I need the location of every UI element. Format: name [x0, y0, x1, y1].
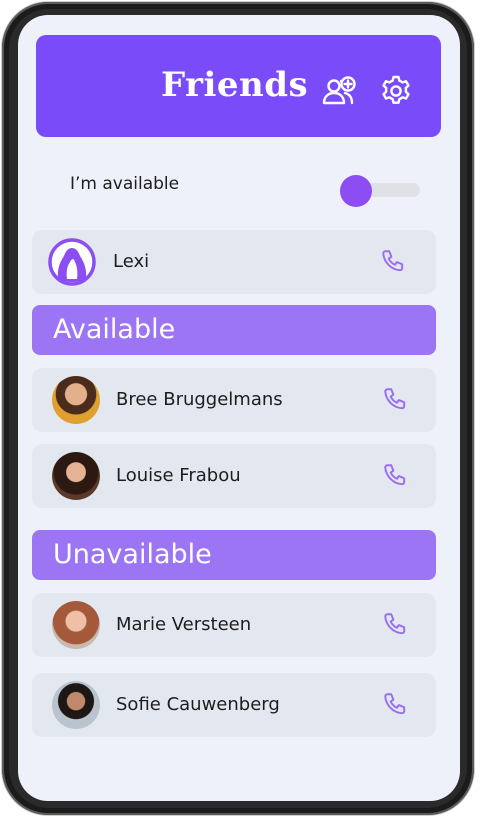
phone-icon[interactable] [382, 611, 408, 637]
friend-name: Sofie Cauwenberg [116, 694, 280, 715]
availability-toggle[interactable] [340, 175, 420, 207]
my-profile-card[interactable]: Lexi [32, 230, 436, 294]
page-title: Friends [161, 65, 309, 105]
settings-icon[interactable] [378, 73, 414, 109]
friend-avatar [52, 681, 100, 729]
add-friend-icon[interactable] [321, 73, 357, 109]
section-header-unavailable: Unavailable [32, 530, 436, 580]
friend-avatar [52, 452, 100, 500]
friend-name: Louise Frabou [116, 465, 241, 486]
friend-row[interactable]: Sofie Cauwenberg [32, 673, 436, 737]
phone-icon[interactable] [382, 462, 408, 488]
friend-avatar [52, 376, 100, 424]
user-avatar-icon [48, 238, 96, 286]
availability-label: I’m available [70, 174, 180, 194]
friend-name: Marie Versteen [116, 614, 252, 635]
app-screen: Friends I’m available Lexi Available Bre… [18, 15, 460, 801]
app-header: Friends [36, 35, 441, 137]
friend-row[interactable]: Marie Versteen [32, 593, 436, 657]
friend-row[interactable]: Bree Bruggelmans [32, 368, 436, 432]
section-title: Unavailable [53, 539, 212, 570]
friend-row[interactable]: Louise Frabou [32, 444, 436, 508]
my-name: Lexi [113, 251, 150, 272]
friend-name: Bree Bruggelmans [116, 389, 283, 410]
section-header-available: Available [32, 305, 436, 355]
phone-icon[interactable] [382, 691, 408, 717]
section-title: Available [53, 314, 176, 345]
toggle-knob [340, 175, 372, 207]
phone-icon[interactable] [380, 248, 406, 274]
phone-icon[interactable] [382, 386, 408, 412]
friend-avatar [52, 601, 100, 649]
